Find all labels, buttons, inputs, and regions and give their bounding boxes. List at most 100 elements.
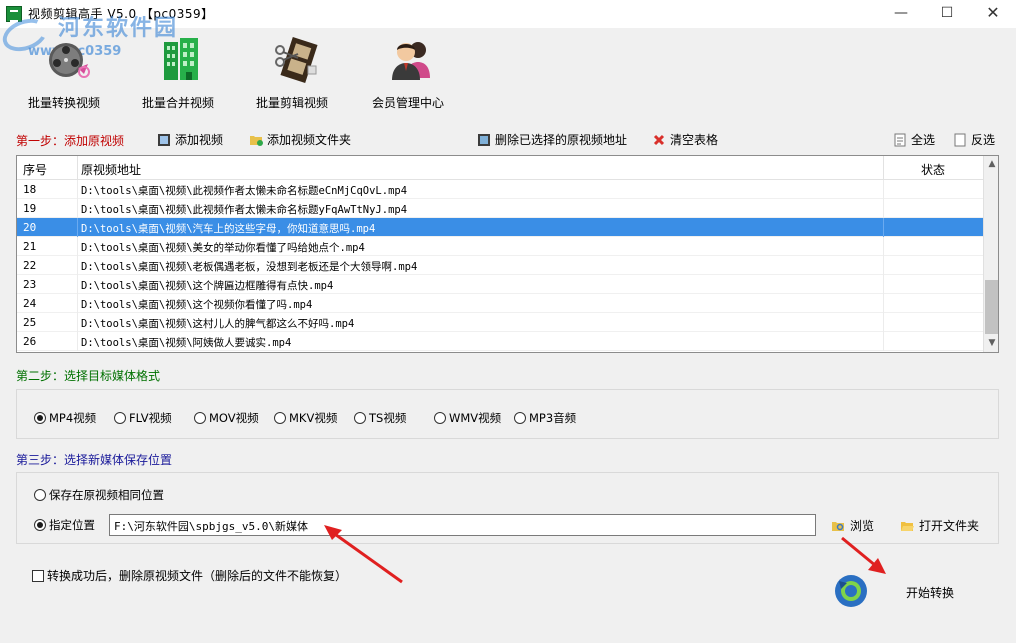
folder-add-icon — [250, 136, 263, 146]
radio-label: MOV视频 — [209, 411, 259, 425]
toolbar-batch-merge[interactable]: 批量合并视频 — [126, 34, 230, 114]
checkbox-label: 转换成功后，删除原视频文件（删除后的文件不能恢复） — [47, 569, 348, 583]
format-mp3-radio[interactable]: MP3音频 — [514, 410, 576, 426]
table-row[interactable]: 21 D:\tools\桌面\视频\美女的举动你看懂了吗给她点个.mp4 — [17, 237, 983, 256]
radio-icon — [114, 412, 126, 424]
maximize-button[interactable]: ☐ — [924, 0, 970, 28]
app-window: 视频剪辑高手 V5.0 【pc0359】 — ☐ ✕ 河东软件园 www.pc0… — [0, 0, 1016, 643]
minimize-button[interactable]: — — [878, 0, 924, 28]
toolbar-label: 批量合并视频 — [141, 96, 214, 110]
toolbar-label: 会员管理中心 — [371, 96, 444, 110]
folder-open-icon — [901, 522, 914, 531]
browse-label: 浏览 — [850, 519, 875, 533]
row-path: D:\tools\桌面\视频\此视频作者太懒未命名标题yFqAwTtNyJ.mp… — [81, 204, 408, 216]
delete-selected-button[interactable]: 删除已选择的原视频地址 — [477, 131, 627, 149]
toolbar-batch-convert[interactable]: 批量转换视频 — [12, 34, 116, 114]
delete-after-checkbox[interactable]: 转换成功后，删除原视频文件（删除后的文件不能恢复） — [32, 567, 347, 584]
film-add-icon — [158, 134, 170, 146]
scroll-up-icon[interactable]: ▲ — [984, 156, 998, 173]
close-button[interactable]: ✕ — [970, 0, 1016, 28]
radio-icon — [194, 412, 206, 424]
row-path: D:\tools\桌面\视频\这个视频你看懂了吗.mp4 — [81, 299, 313, 311]
toolbar-member-center[interactable]: 会员管理中心 — [356, 34, 460, 114]
radio-icon — [274, 412, 286, 424]
toolbar-batch-cut[interactable]: 批量剪辑视频 — [240, 34, 344, 114]
step2-title: 第二步：选择目标媒体格式 — [16, 369, 161, 383]
format-wmv-radio[interactable]: WMV视频 — [434, 410, 501, 426]
column-index[interactable]: 序号 — [23, 161, 47, 178]
table-row[interactable]: 23 D:\tools\桌面\视频\这个牌匾边框雕得有点快.mp4 — [17, 275, 983, 294]
radio-label: MP3音频 — [529, 411, 577, 425]
row-index: 21 — [23, 240, 37, 253]
table-row-selected[interactable]: 20 D:\tools\桌面\视频\汽车上的这些字母，你知道意思吗.mp4 — [17, 218, 983, 237]
table-header: 序号 原视频地址 状态 — [17, 156, 983, 180]
row-path: D:\tools\桌面\视频\这村儿人的脾气都这么不好吗.mp4 — [81, 318, 355, 330]
film-scissors-icon — [275, 36, 318, 84]
format-group: MP4视频 FLV视频 MOV视频 MKV视频 TS视频 WMV视频 MP3音频 — [16, 389, 999, 439]
add-video-button[interactable]: 添加视频 — [157, 131, 223, 149]
column-status[interactable]: 状态 — [921, 161, 945, 178]
specify-location-radio[interactable]: 指定位置 — [34, 517, 95, 533]
table-row[interactable]: 25 D:\tools\桌面\视频\这村儿人的脾气都这么不好吗.mp4 — [17, 313, 983, 332]
radio-label: MP4视频 — [49, 411, 97, 425]
clear-table-label: 清空表格 — [670, 133, 719, 147]
step1-title: 第一步：添加原视频 — [16, 134, 125, 148]
film-delete-icon — [478, 134, 490, 146]
scroll-thumb[interactable] — [985, 280, 998, 334]
row-path: D:\tools\桌面\视频\此视频作者太懒未命名标题eCnMjCqOvL.mp… — [81, 185, 408, 197]
column-path[interactable]: 原视频地址 — [81, 161, 141, 178]
step3-title: 第三步：选择新媒体保存位置 — [16, 453, 173, 467]
delete-selected-label: 删除已选择的原视频地址 — [495, 133, 628, 147]
radio-icon — [434, 412, 446, 424]
open-folder-label: 打开文件夹 — [919, 519, 980, 533]
table-row[interactable]: 18 D:\tools\桌面\视频\此视频作者太懒未命名标题eCnMjCqOvL.… — [17, 180, 983, 199]
table-row[interactable]: 19 D:\tools\桌面\视频\此视频作者太懒未命名标题yFqAwTtNyJ.… — [17, 199, 983, 218]
invert-selection-button[interactable]: 反选 — [953, 131, 995, 149]
add-folder-label: 添加视频文件夹 — [267, 133, 352, 147]
toolbar-label: 批量转换视频 — [27, 96, 100, 110]
radio-icon — [514, 412, 526, 424]
row-path: D:\tools\桌面\视频\这个牌匾边框雕得有点快.mp4 — [81, 280, 334, 292]
format-mkv-radio[interactable]: MKV视频 — [274, 410, 337, 426]
close-red-icon — [653, 134, 665, 146]
film-reel-icon — [49, 43, 90, 78]
column-divider[interactable] — [77, 156, 78, 180]
row-index: 23 — [23, 278, 37, 291]
select-all-label: 全选 — [911, 133, 936, 147]
format-mp4-radio[interactable]: MP4视频 — [34, 410, 96, 426]
radio-label: WMV视频 — [449, 411, 502, 425]
table-row[interactable]: 22 D:\tools\桌面\视频\老板偶遇老板，没想到老板还是个大领导啊.mp4 — [17, 256, 983, 275]
column-divider[interactable] — [883, 156, 884, 180]
radio-label: 指定位置 — [49, 518, 95, 532]
members-icon — [392, 42, 430, 80]
add-folder-button[interactable]: 添加视频文件夹 — [249, 131, 351, 149]
select-all-button[interactable]: 全选 — [893, 131, 935, 149]
open-folder-button[interactable]: 打开文件夹 — [900, 517, 979, 534]
save-path-input[interactable]: F:\河东软件园\spbjgs_v5.0\新媒体 — [109, 514, 816, 536]
video-list-table[interactable]: 序号 原视频地址 状态 18 D:\tools\桌面\视频\此视频作者太懒未命名标… — [16, 155, 999, 353]
table-row[interactable]: 26 D:\tools\桌面\视频\阿姨做人要诚实.mp4 — [17, 332, 983, 351]
table-row[interactable]: 24 D:\tools\桌面\视频\这个视频你看懂了吗.mp4 — [17, 294, 983, 313]
format-mov-radio[interactable]: MOV视频 — [194, 410, 259, 426]
browse-button[interactable]: 浏览 — [831, 517, 874, 534]
same-location-radio[interactable]: 保存在原视频相同位置 — [34, 487, 164, 503]
row-path: D:\tools\桌面\视频\美女的举动你看懂了吗给她点个.mp4 — [81, 242, 365, 254]
radio-label: TS视频 — [369, 411, 407, 425]
folder-search-icon — [832, 522, 844, 531]
format-flv-radio[interactable]: FLV视频 — [114, 410, 172, 426]
scroll-down-icon[interactable]: ▼ — [984, 335, 998, 352]
radio-label: MKV视频 — [289, 411, 338, 425]
window-title: 视频剪辑高手 V5.0 【pc0359】 — [28, 7, 214, 21]
row-index: 19 — [23, 202, 37, 215]
clear-table-button[interactable]: 清空表格 — [652, 131, 718, 149]
add-video-label: 添加视频 — [175, 133, 224, 147]
refresh-convert-icon[interactable] — [833, 573, 869, 609]
format-ts-radio[interactable]: TS视频 — [354, 410, 406, 426]
document-icon — [954, 133, 966, 147]
app-logo-icon — [6, 6, 22, 22]
document-list-icon — [894, 133, 906, 147]
start-convert-button[interactable]: 开始转换 — [906, 584, 954, 601]
table-scrollbar[interactable]: ▲ ▼ — [983, 156, 998, 352]
checkbox-icon — [32, 570, 44, 582]
row-index: 20 — [23, 221, 37, 234]
